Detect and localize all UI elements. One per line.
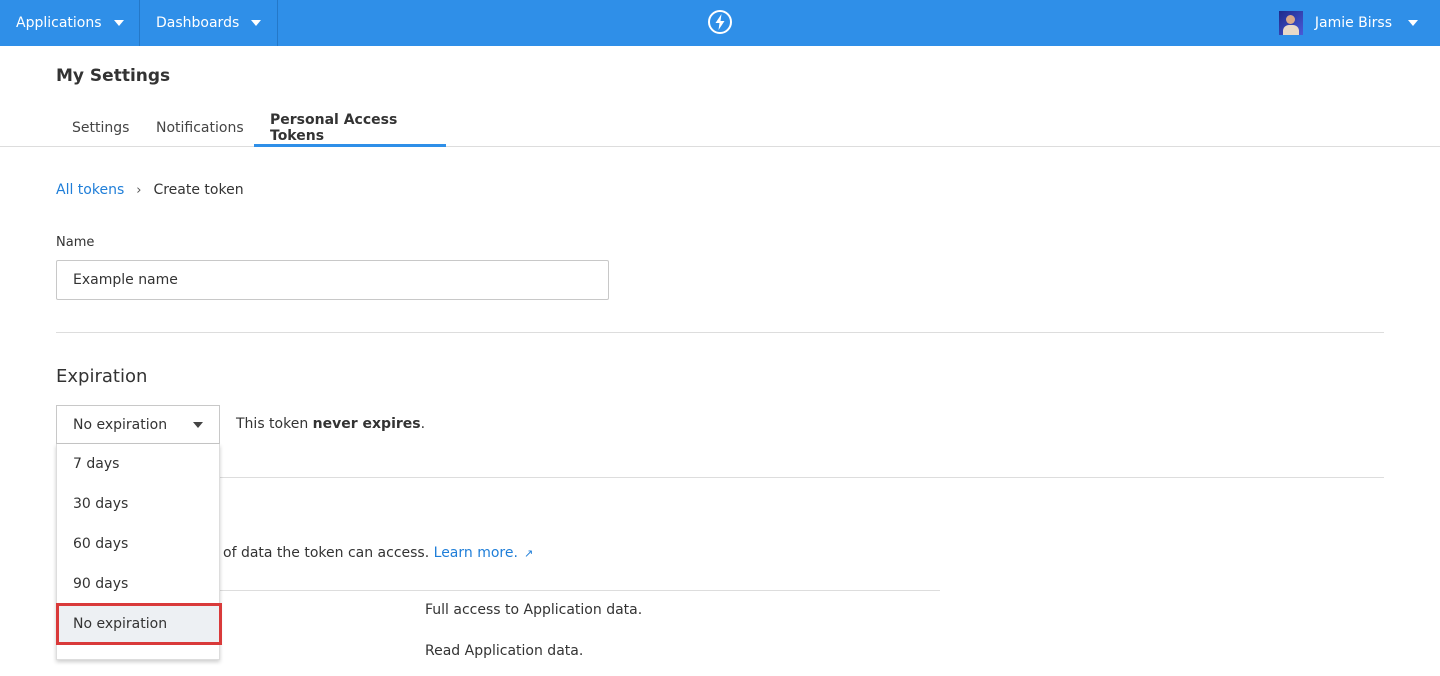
tab-bar: Settings Notifications Personal Access T… <box>0 108 1440 147</box>
divider <box>219 590 940 591</box>
breadcrumb-current: Create token <box>153 182 244 198</box>
caret-down-icon <box>193 421 203 428</box>
name-label: Name <box>56 235 95 250</box>
external-link-icon: ↗ <box>523 547 534 560</box>
scope-row-description: Read Application data. <box>425 643 584 659</box>
name-input[interactable] <box>56 260 609 300</box>
select-value: No expiration <box>73 416 168 433</box>
option-7-days[interactable]: 7 days <box>57 444 219 484</box>
expiration-dropdown-menu: 7 days 30 days 60 days 90 days No expira… <box>56 444 222 660</box>
user-name: Jamie Birss <box>1314 15 1392 31</box>
page-title: My Settings <box>56 66 171 86</box>
scope-row-description: Full access to Application data. <box>425 602 643 618</box>
expiration-heading: Expiration <box>56 366 148 387</box>
caret-down-icon <box>251 20 262 26</box>
caret-down-icon <box>1408 20 1418 26</box>
tab-settings[interactable]: Settings <box>56 108 145 147</box>
expiration-note: This token never expires. <box>236 416 426 432</box>
tab-personal-access-tokens[interactable]: Personal Access Tokens <box>254 108 446 147</box>
caret-down-icon <box>113 20 124 26</box>
option-60-days[interactable]: 60 days <box>57 524 219 564</box>
nav-applications[interactable]: Applications <box>0 0 140 46</box>
scopes-description: of data the token can access. Learn more… <box>223 545 534 561</box>
user-menu[interactable]: Jamie Birss <box>1278 0 1418 46</box>
option-90-days[interactable]: 90 days <box>57 564 219 604</box>
avatar <box>1278 11 1303 35</box>
bolt-icon[interactable] <box>707 9 733 35</box>
breadcrumb: All tokens › Create token <box>56 182 244 198</box>
learn-more-link[interactable]: Learn more. <box>434 545 518 561</box>
option-30-days[interactable]: 30 days <box>57 484 219 524</box>
nav-dashboards[interactable]: Dashboards <box>140 0 278 46</box>
divider <box>219 477 1384 478</box>
tab-notifications[interactable]: Notifications <box>140 108 260 147</box>
nav-label: Dashboards <box>156 15 240 31</box>
option-no-expiration[interactable]: No expiration <box>56 603 222 645</box>
divider <box>56 332 1384 333</box>
breadcrumb-all-tokens[interactable]: All tokens <box>56 182 124 198</box>
chevron-right-icon: › <box>136 182 142 198</box>
nav-label: Applications <box>16 15 102 31</box>
top-nav-bar: Applications Dashboards Jamie Birss <box>0 0 1440 46</box>
expiration-select[interactable]: No expiration <box>56 405 220 444</box>
